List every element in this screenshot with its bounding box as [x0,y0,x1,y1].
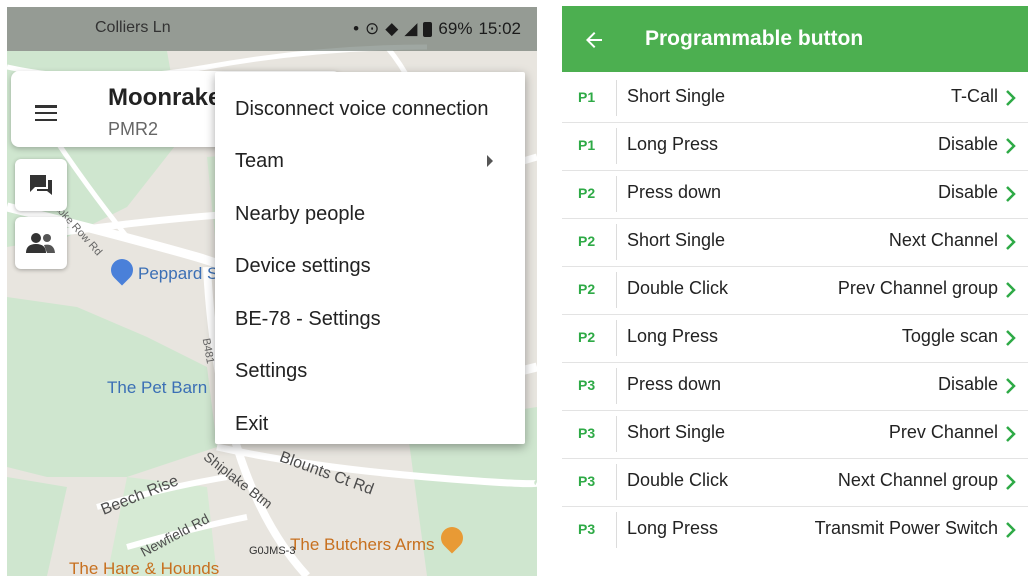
location-icon: ⊙ [365,19,380,38]
menu-item-nearby-people[interactable]: Nearby people [235,203,365,226]
menu-item-disconnect-voice[interactable]: Disconnect voice connection [235,98,488,121]
chat-button[interactable] [15,159,67,211]
chevron-right-icon [1006,378,1016,394]
assigned-function: Transmit Power Switch [814,518,998,538]
map-screen: Colliers Ln • ⊙ ◆ ◢ 69% 15:02 Beech Rise… [7,7,537,576]
map-label-g0jms3: G0JMS-3 [249,545,296,557]
assigned-function: T-Call [950,86,998,106]
status-bar: Colliers Ln • ⊙ ◆ ◢ 69% 15:02 [7,7,537,51]
press-type: Double Click [627,278,729,298]
row-divider [616,176,617,212]
status-icons: • ⊙ ◆ ◢ 69% 15:02 [353,19,521,39]
menu-item-be78-settings[interactable]: BE-78 - Settings [235,308,381,331]
list-row[interactable]: P2 Short Single Next Channel [562,218,1028,267]
assigned-function: Prev Channel group [837,278,998,298]
app-bar-title: Programmable button [645,27,864,50]
press-type: Short Single [627,230,726,250]
list-row[interactable]: P1 Long Press Disable [562,122,1028,171]
caret-right-icon [487,155,493,167]
button-id: P2 [578,233,596,249]
map-label-pet-barn: The Pet Barn [107,378,208,397]
battery-level: 69% [438,19,473,38]
button-id: P1 [578,89,596,105]
status-time: 15:02 [478,19,521,38]
channel-subtitle: PMR2 [108,119,159,139]
chevron-right-icon [1006,426,1016,442]
menu-item-device-settings[interactable]: Device settings [235,255,371,278]
list-row[interactable]: P3 Long Press Transmit Power Switch [562,506,1028,554]
wifi-icon: ◆ [385,19,399,38]
street-label-colliers: Colliers Ln [95,19,171,36]
list-row[interactable]: P1 Short Single T-Call [562,74,1028,123]
assigned-function: Next Channel [888,230,998,250]
menu-item-team[interactable]: Team [235,150,284,173]
list-row[interactable]: P3 Short Single Prev Channel [562,410,1028,459]
battery-icon [423,21,433,37]
chevron-right-icon [1006,90,1016,106]
assigned-function: Disable [937,182,998,202]
arrow-left-icon[interactable] [582,28,606,52]
chevron-right-icon [1006,474,1016,490]
button-id: P2 [578,185,596,201]
button-id: P2 [578,281,596,297]
signal-icon: ◢ [404,19,418,38]
menu-item-settings[interactable]: Settings [235,360,307,383]
press-type: Long Press [627,518,719,538]
press-type: Short Single [627,86,726,106]
dot-icon: • [353,19,360,38]
programmable-button-screen: Programmable button P1 Short Single T-Ca… [562,6,1028,576]
list-row[interactable]: P2 Long Press Toggle scan [562,314,1028,363]
row-divider [616,128,617,164]
assigned-function: Toggle scan [901,326,998,346]
list-row[interactable]: P2 Double Click Prev Channel group [562,266,1028,315]
row-divider [616,368,617,404]
assigned-function: Disable [937,134,998,154]
button-id: P3 [578,473,596,489]
row-divider [616,272,617,308]
people-button[interactable] [15,217,67,269]
press-type: Long Press [627,134,719,154]
assigned-function: Disable [937,374,998,394]
map-label-butchers-arms: The Butchers Arms [290,535,435,554]
assigned-function: Prev Channel [888,422,998,442]
row-divider [616,512,617,548]
press-type: Short Single [627,422,726,442]
menu-item-exit[interactable]: Exit [235,413,268,436]
chat-icon [30,175,52,195]
press-type: Double Click [627,470,729,490]
row-divider [616,416,617,452]
list-row[interactable]: P2 Press down Disable [562,170,1028,219]
chevron-right-icon [1006,138,1016,154]
list-row[interactable]: P3 Press down Disable [562,362,1028,411]
map-label-peppard-s: Peppard S [138,264,219,283]
map-label-hare-hounds: The Hare & Hounds [69,559,220,576]
row-divider [616,320,617,356]
button-id: P2 [578,329,596,345]
button-id: P1 [578,137,596,153]
list-row[interactable]: P3 Double Click Next Channel group [562,458,1028,507]
chevron-right-icon [1006,522,1016,538]
press-type: Long Press [627,326,719,346]
hamburger-icon[interactable] [35,105,57,122]
button-id: P3 [578,425,596,441]
row-divider [616,464,617,500]
team-title: Moonrake [108,84,222,111]
row-divider [616,224,617,260]
chevron-right-icon [1006,186,1016,202]
chevron-right-icon [1006,330,1016,346]
assigned-function: Next Channel group [837,470,998,490]
press-type: Press down [627,182,722,202]
row-divider [616,80,617,116]
button-id: P3 [578,521,596,537]
app-bar: Programmable button [562,6,1028,72]
chevron-right-icon [1006,282,1016,298]
chevron-right-icon [1006,234,1016,250]
people-icon [26,233,55,253]
button-id: P3 [578,377,596,393]
overflow-menu: Disconnect voice connection Team Nearby … [215,72,525,444]
press-type: Press down [627,374,722,394]
